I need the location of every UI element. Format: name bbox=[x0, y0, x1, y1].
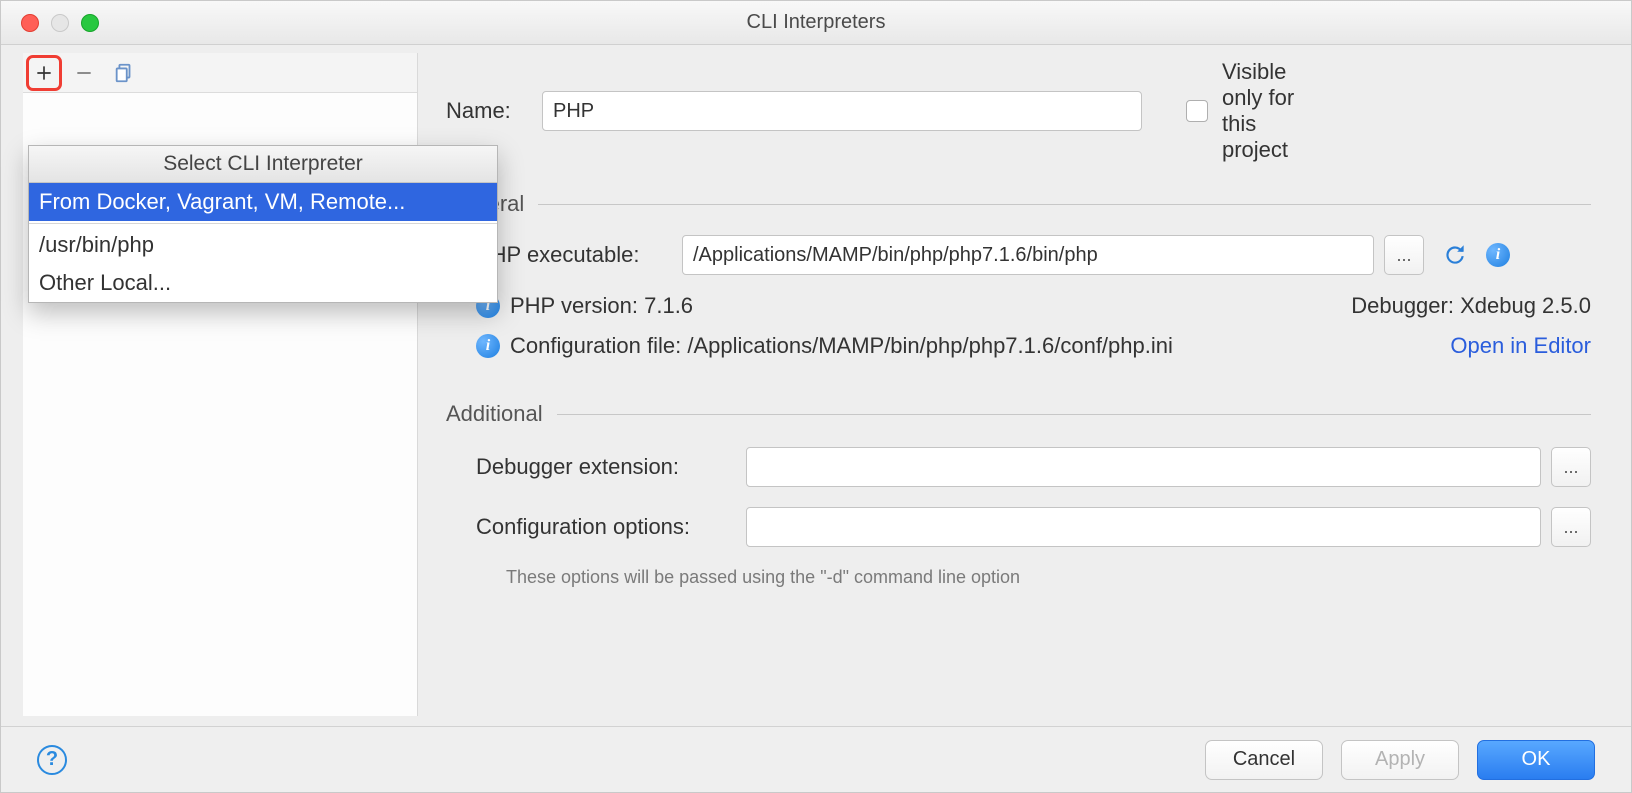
additional-section-title: Additional bbox=[446, 401, 543, 427]
info-icon: i bbox=[476, 334, 500, 358]
php-version-value: 7.1.6 bbox=[644, 293, 693, 319]
window-title: CLI Interpreters bbox=[1, 11, 1631, 34]
additional-section-header: Additional bbox=[446, 401, 1591, 427]
list-toolbar bbox=[23, 53, 417, 93]
configuration-file-row: i Configuration file: /Applications/MAMP… bbox=[476, 333, 1591, 359]
visible-only-checkbox[interactable] bbox=[1186, 100, 1208, 122]
help-button[interactable]: ? bbox=[37, 745, 67, 775]
popup-item-usr-bin-php[interactable]: /usr/bin/php bbox=[29, 226, 497, 264]
debugger-value: Xdebug 2.5.0 bbox=[1460, 293, 1591, 319]
dialog-body: Select CLI Interpreter From Docker, Vagr… bbox=[1, 45, 1631, 726]
browse-debugger-extension-button[interactable]: ... bbox=[1551, 447, 1591, 487]
configuration-options-label: Configuration options: bbox=[446, 514, 746, 540]
php-version-label: PHP version: bbox=[510, 293, 638, 319]
popup-title: Select CLI Interpreter bbox=[29, 146, 497, 183]
popup-separator bbox=[29, 223, 497, 224]
debugger-extension-input[interactable] bbox=[746, 447, 1541, 487]
additional-section: Additional Debugger extension: ... Confi… bbox=[446, 401, 1591, 588]
remove-interpreter-button[interactable] bbox=[69, 58, 99, 88]
debugger-extension-row: Debugger extension: ... bbox=[446, 447, 1591, 487]
configuration-file-label: Configuration file: bbox=[510, 333, 681, 359]
ok-button[interactable]: OK bbox=[1477, 740, 1595, 780]
debugger-extension-label: Debugger extension: bbox=[446, 454, 746, 480]
select-cli-interpreter-popup: Select CLI Interpreter From Docker, Vagr… bbox=[28, 145, 498, 303]
dialog-window: CLI Interpreters Select CLI Interpreter … bbox=[0, 0, 1632, 793]
configuration-options-hint: These options will be passed using the "… bbox=[446, 567, 1591, 588]
open-in-editor-link[interactable]: Open in Editor bbox=[1450, 333, 1591, 359]
edit-configuration-options-button[interactable]: ... bbox=[1551, 507, 1591, 547]
titlebar: CLI Interpreters bbox=[1, 1, 1631, 45]
name-row: Name: Visible only for this project bbox=[446, 59, 1591, 163]
php-executable-input[interactable] bbox=[682, 235, 1374, 275]
debugger-label: Debugger: bbox=[1351, 293, 1454, 319]
cancel-button[interactable]: Cancel bbox=[1205, 740, 1323, 780]
visible-only-option: Visible only for this project bbox=[1186, 59, 1318, 163]
php-executable-row: PHP executable: ... i bbox=[446, 235, 1591, 275]
php-version-row: i PHP version: 7.1.6 Debugger: Xdebug 2.… bbox=[476, 293, 1591, 319]
configuration-options-row: Configuration options: ... bbox=[446, 507, 1591, 547]
copy-interpreter-button[interactable] bbox=[109, 58, 139, 88]
apply-button[interactable]: Apply bbox=[1341, 740, 1459, 780]
info-executable-icon[interactable]: i bbox=[1486, 243, 1510, 267]
dialog-footer: ? Cancel Apply OK bbox=[1, 726, 1631, 792]
add-interpreter-button[interactable] bbox=[29, 58, 59, 88]
name-label: Name: bbox=[446, 98, 542, 124]
popup-item-other-local[interactable]: Other Local... bbox=[29, 264, 497, 302]
reload-icon[interactable] bbox=[1442, 242, 1468, 268]
general-section-header: General bbox=[446, 191, 1591, 217]
configuration-options-input[interactable] bbox=[746, 507, 1541, 547]
popup-item-docker-remote[interactable]: From Docker, Vagrant, VM, Remote... bbox=[29, 183, 497, 221]
browse-executable-button[interactable]: ... bbox=[1384, 235, 1424, 275]
visible-only-label: Visible only for this project bbox=[1222, 59, 1318, 163]
interpreter-form: Name: Visible only for this project Gene… bbox=[418, 45, 1631, 726]
configuration-file-value: /Applications/MAMP/bin/php/php7.1.6/conf… bbox=[687, 333, 1173, 359]
name-input[interactable] bbox=[542, 91, 1142, 131]
